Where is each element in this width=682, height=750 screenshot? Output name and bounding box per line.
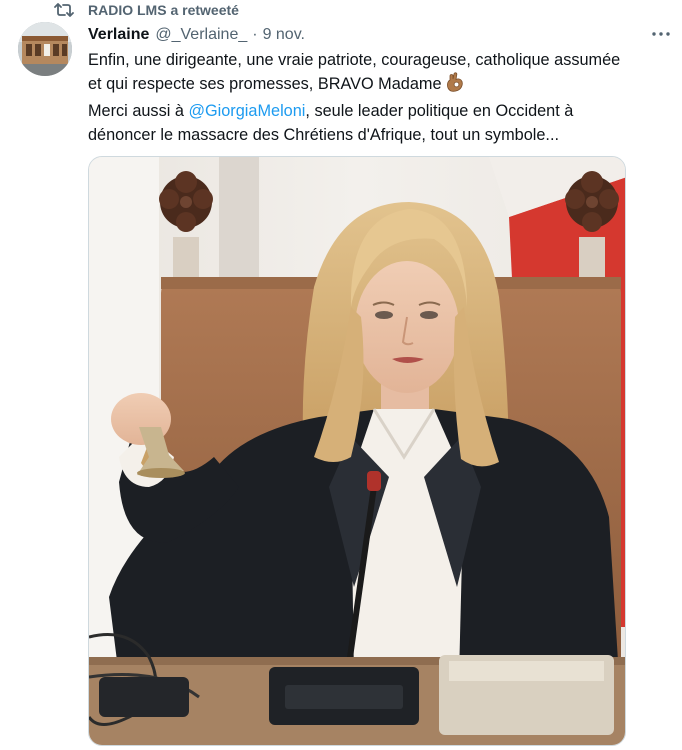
author-handle[interactable]: @_Verlaine_ [155, 26, 247, 44]
tweet-text-line-3-suffix: , seule leader politique en Occident à [305, 102, 574, 120]
tweet-photo[interactable] [88, 156, 626, 746]
retweet-label[interactable]: RADIO LMS a retweeté [88, 2, 239, 18]
more-options-icon[interactable] [650, 24, 672, 44]
tweet-text-line-3-prefix: Merci aussi à [88, 102, 189, 120]
tweet-text-line-2: et qui respecte ses promesses, BRAVO Mad… [88, 72, 674, 99]
separator-dot: · [252, 26, 258, 43]
tweet-date[interactable]: 9 nov. [263, 26, 305, 44]
tweet-text: Enfin, une dirigeante, une vraie patriot… [88, 48, 674, 147]
tweet-text-line-1: Enfin, une dirigeante, une vraie patriot… [88, 51, 621, 69]
tweet-header: Verlaine @_Verlaine_ · 9 nov. [88, 24, 672, 46]
retweet-icon [54, 2, 74, 18]
mention-link[interactable]: @GiorgiaMeloni [188, 102, 305, 120]
tweet-text-line-2-text: et qui respecte ses promesses, BRAVO Mad… [88, 75, 442, 93]
retweet-context: RADIO LMS a retweeté [54, 0, 239, 20]
avatar[interactable] [18, 22, 72, 76]
tweet-text-line-4: dénoncer le massacre des Chrétiens d'Afr… [88, 126, 559, 144]
ok-hand-emoji-icon [446, 72, 464, 99]
tweet-text-line-3: Merci aussi à @GiorgiaMeloni, seule lead… [88, 99, 674, 123]
tweet[interactable]: RADIO LMS a retweeté Verlaine @_Verlaine… [0, 0, 682, 750]
author-name[interactable]: Verlaine [88, 26, 149, 44]
